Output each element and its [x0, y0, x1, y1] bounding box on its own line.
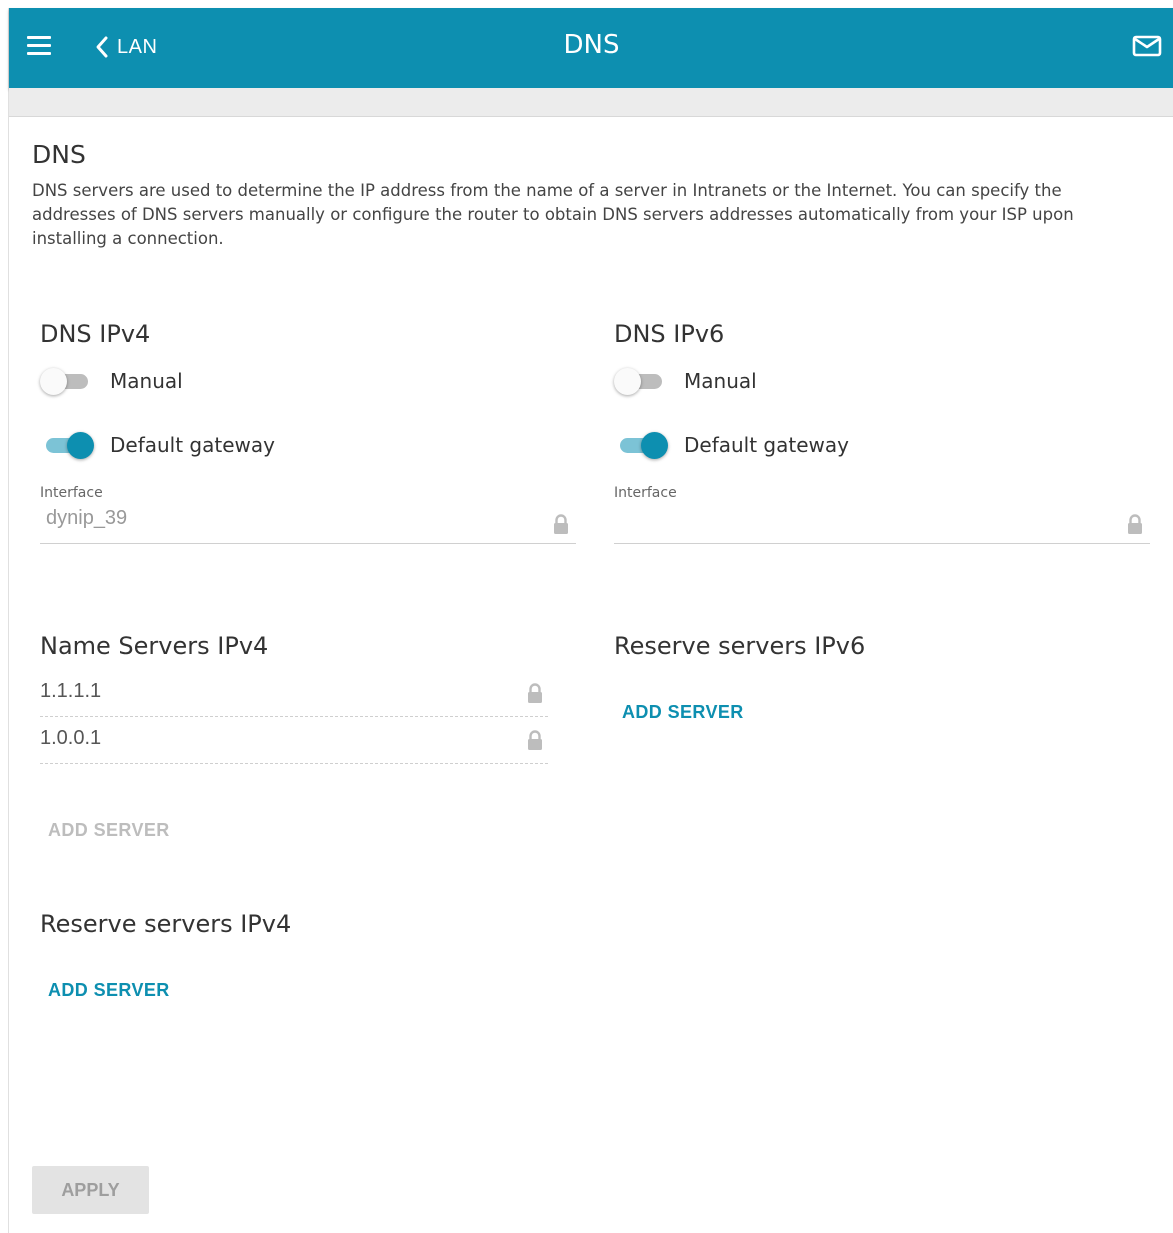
ipv6-manual-label: Manual	[684, 369, 757, 393]
main-content: DNS DNS servers are used to determine th…	[32, 140, 1142, 251]
mail-icon[interactable]	[1132, 34, 1162, 58]
name-servers-ipv4-section: Name Servers IPv4 1.1.1.1 1.0.0.1 ADD SE…	[40, 632, 580, 841]
ipv4-manual-label: Manual	[110, 369, 183, 393]
ipv6-interface-field	[614, 501, 1150, 544]
ipv6-default-gateway-toggle[interactable]	[614, 429, 668, 461]
ipv4-manual-toggle-row[interactable]: Manual	[40, 365, 580, 397]
add-name-server-button[interactable]: ADD SERVER	[48, 820, 170, 841]
section-description: DNS servers are used to determine the IP…	[32, 181, 1074, 248]
toolbar-band	[9, 88, 1173, 117]
top-bar: LAN DNS	[9, 8, 1173, 88]
ipv4-default-gateway-toggle[interactable]	[40, 429, 94, 461]
reserve-servers-ipv4-section: Reserve servers IPv4 ADD SERVER	[40, 910, 580, 1001]
dns-ipv4-column: DNS IPv4 Manual Default gateway Interfac…	[40, 320, 580, 544]
ipv6-interface-label: Interface	[614, 485, 677, 501]
dns-ipv4-title: DNS IPv4	[40, 320, 151, 348]
ipv6-default-gateway-toggle-row[interactable]: Default gateway	[614, 429, 1154, 461]
ipv6-interface-input	[614, 501, 1106, 536]
lock-icon	[528, 730, 542, 750]
ipv4-manual-toggle[interactable]	[40, 365, 94, 397]
ipv4-default-gateway-label: Default gateway	[110, 433, 275, 457]
name-server-value: 1.0.0.1	[40, 727, 102, 749]
lock-icon	[1128, 514, 1142, 534]
name-server-row: 1.1.1.1	[40, 670, 548, 717]
ipv4-interface-input	[40, 501, 532, 536]
ipv4-default-gateway-toggle-row[interactable]: Default gateway	[40, 429, 580, 461]
ipv4-interface-field	[40, 501, 576, 544]
reserve-servers-ipv6-section: Reserve servers IPv6 ADD SERVER	[614, 632, 1154, 723]
name-server-row: 1.0.0.1	[40, 717, 548, 764]
dns-ipv6-column: DNS IPv6 Manual Default gateway Interfac…	[614, 320, 1154, 544]
lock-icon	[528, 683, 542, 703]
lock-icon	[554, 514, 568, 534]
ipv6-manual-toggle-row[interactable]: Manual	[614, 365, 1154, 397]
name-server-value: 1.1.1.1	[40, 680, 102, 702]
name-servers-ipv4-title: Name Servers IPv4	[40, 632, 269, 660]
ipv6-manual-toggle[interactable]	[614, 365, 668, 397]
apply-button[interactable]: APPLY	[32, 1166, 149, 1214]
add-reserve-ipv6-server-button[interactable]: ADD SERVER	[622, 702, 744, 723]
page-title: DNS	[563, 30, 620, 60]
section-title: DNS	[32, 140, 86, 169]
dns-ipv6-title: DNS IPv6	[614, 320, 725, 348]
add-reserve-ipv4-server-button[interactable]: ADD SERVER	[48, 980, 170, 1001]
ipv6-default-gateway-label: Default gateway	[684, 433, 849, 457]
reserve-servers-ipv4-title: Reserve servers IPv4	[40, 910, 292, 938]
reserve-servers-ipv6-title: Reserve servers IPv6	[614, 632, 866, 660]
ipv4-interface-label: Interface	[40, 485, 103, 501]
